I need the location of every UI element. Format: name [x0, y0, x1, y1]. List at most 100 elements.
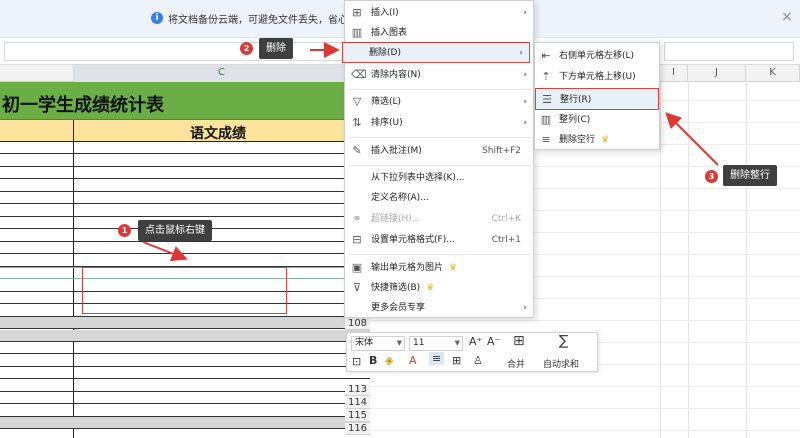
- row-number[interactable]: 116: [345, 423, 370, 435]
- menu-item-filter[interactable]: ▽ 筛选(L) ›: [345, 92, 533, 113]
- menu-item-pick-from-list[interactable]: 从下拉列表中选择(K)...: [345, 168, 533, 189]
- delete-icon: [349, 47, 361, 59]
- filter-icon: ▽: [352, 95, 362, 108]
- font-family-select[interactable]: 宋体 ▼: [351, 336, 405, 351]
- table-row[interactable]: [0, 167, 370, 179]
- submenu-item-entire-column[interactable]: ▥ 整列(C): [535, 109, 659, 131]
- chevron-right-icon: ›: [523, 70, 527, 80]
- table-row[interactable]: [0, 392, 370, 404]
- column-header-b[interactable]: [0, 65, 74, 82]
- table-row[interactable]: [0, 192, 370, 204]
- menu-item-more-member[interactable]: 更多会员专享 ›: [345, 298, 533, 319]
- menu-item-hyperlink[interactable]: ⚭ 超链接(H)... Ctrl+K: [345, 209, 533, 230]
- step-badge: 1: [118, 224, 131, 237]
- chevron-right-icon: ›: [519, 48, 523, 58]
- row-number[interactable]: 108: [345, 318, 370, 330]
- step-badge: 3: [705, 170, 718, 183]
- close-icon[interactable]: ×: [781, 9, 793, 25]
- menu-item-format-cells[interactable]: ⊟ 设置单元格格式(F)... Ctrl+1: [345, 230, 533, 251]
- delete-submenu: ⇤ 右侧单元格左移(L) ⇡ 下方单元格上移(U) ☰ 整行(R) ▥ 整列(C…: [534, 42, 660, 150]
- table-row[interactable]: [0, 329, 370, 342]
- merge-label[interactable]: 合并: [507, 357, 525, 370]
- table-row[interactable]: [0, 255, 370, 267]
- fill-color-icon[interactable]: ◈: [385, 354, 393, 367]
- crown-icon: ♛: [601, 135, 610, 145]
- table-row[interactable]: [0, 155, 370, 167]
- borders-icon[interactable]: ⊞: [452, 354, 461, 367]
- row-number[interactable]: 115: [345, 410, 370, 422]
- step-badge: 2: [240, 42, 253, 55]
- menu-item-export-image[interactable]: ▣ 输出单元格为图片 ♛: [345, 258, 533, 279]
- menu-item-define-name[interactable]: 定义名称(A)...: [345, 188, 533, 209]
- chinese-score-header: 语文成绩: [190, 126, 246, 142]
- autosum-label[interactable]: 自动求和: [543, 357, 579, 370]
- menu-item-insert-comment[interactable]: ✎ 插入批注(M) Shift+F2: [345, 141, 533, 162]
- row-number[interactable]: 114: [345, 397, 370, 409]
- menu-item-sort[interactable]: ⇅ 排序(U) ›: [345, 113, 533, 134]
- spreadsheet-window: i 将文档备份云端，可避免文件丢失，省心省事 × C I J K: [0, 0, 800, 438]
- submenu-item-entire-row[interactable]: ☰ 整行(R): [535, 88, 659, 110]
- subheader-row[interactable]: 语文成绩: [0, 120, 370, 142]
- column-header-c[interactable]: C: [74, 65, 370, 82]
- name-box[interactable]: [4, 42, 344, 61]
- row-number[interactable]: 113: [345, 384, 370, 396]
- crown-icon: ♛: [449, 263, 458, 273]
- menu-item-insert-chart[interactable]: ▥ 插入图表: [345, 23, 533, 44]
- crown-icon: ♛: [426, 283, 435, 293]
- chevron-down-icon: ▼: [454, 339, 460, 347]
- autosum-icon[interactable]: ∑: [559, 333, 568, 349]
- increase-font-size-button[interactable]: A⁺: [469, 335, 482, 348]
- table-row[interactable]: [0, 430, 370, 438]
- column-header-j[interactable]: J: [688, 65, 746, 82]
- chevron-right-icon: ›: [523, 303, 527, 313]
- table-row[interactable]: [0, 380, 370, 392]
- table-row[interactable]: [0, 205, 370, 217]
- table-row[interactable]: [0, 142, 370, 154]
- sheet-title: 初一学生成绩统计表: [2, 95, 164, 116]
- merge-cells-icon[interactable]: ⊞: [513, 333, 525, 349]
- submenu-item-shift-left[interactable]: ⇤ 右侧单元格左移(L): [535, 45, 659, 67]
- delete-row-icon: ☰: [542, 93, 552, 106]
- eraser-icon: ⌫: [351, 68, 367, 81]
- context-menu: ⊞ 插入(I) › ▥ 插入图表 删除(D) › ⌫ 清除内容(N) › ▽ 筛…: [342, 0, 534, 319]
- title-cell[interactable]: 初一学生成绩统计表: [0, 82, 370, 120]
- notice-message: 将文档备份云端，可避免文件丢失，省心省事: [168, 15, 346, 26]
- format-cells-icon: ⊟: [352, 233, 362, 246]
- chevron-down-icon: ▼: [396, 339, 402, 347]
- font-size-select[interactable]: 11 ▼: [409, 336, 463, 351]
- step2-callout: 删除: [259, 38, 293, 59]
- submenu-item-delete-empty-rows[interactable]: ≡ 删除空行 ♛: [535, 129, 659, 151]
- table-row[interactable]: [0, 342, 370, 354]
- mini-format-toolbar: 宋体 ▼ 11 ▼ A⁺ A⁻ ⊞ ∑ ⊡ B ◈ A ≡ ⊞ ♙ 合并 自动求和: [346, 332, 598, 372]
- chart-icon: ▥: [351, 26, 363, 39]
- selected-range-highlight: [82, 267, 287, 314]
- font-color-icon[interactable]: A: [409, 354, 417, 367]
- table-row[interactable]: [0, 367, 370, 379]
- menu-item-insert[interactable]: ⊞ 插入(I) ›: [345, 3, 533, 24]
- menu-item-clear-contents[interactable]: ⌫ 清除内容(N) ›: [345, 65, 533, 86]
- link-icon: ⚭: [352, 212, 362, 225]
- quick-filter-icon: ⊽: [352, 281, 362, 294]
- column-header-k[interactable]: K: [746, 65, 800, 82]
- table-row[interactable]: [0, 180, 370, 192]
- format-painter-icon[interactable]: ♙: [473, 354, 483, 367]
- image-icon: ▣: [351, 261, 363, 274]
- chevron-right-icon: ›: [523, 118, 527, 128]
- shift-left-icon: ⇤: [541, 49, 551, 62]
- bold-button[interactable]: B: [369, 354, 377, 367]
- cell-style-icon[interactable]: ⊡: [352, 355, 361, 368]
- submenu-item-shift-up[interactable]: ⇡ 下方单元格上移(U): [535, 66, 659, 88]
- column-header-i[interactable]: I: [660, 65, 688, 82]
- align-center-icon[interactable]: ≡: [429, 352, 445, 365]
- menu-item-delete[interactable]: 删除(D) ›: [342, 42, 530, 63]
- table-row[interactable]: [0, 355, 370, 367]
- table-row[interactable]: [0, 417, 370, 429]
- formula-input[interactable]: [664, 42, 794, 61]
- menu-item-quick-filter[interactable]: ⊽ 快捷筛选(B) ♛: [345, 278, 533, 299]
- table-row[interactable]: [0, 242, 370, 254]
- table-row[interactable]: [0, 317, 370, 329]
- decrease-font-size-button[interactable]: A⁻: [487, 335, 500, 348]
- delete-empty-rows-icon: ≡: [541, 133, 551, 146]
- table-row[interactable]: [0, 405, 370, 417]
- step1-callout: 点击鼠标右键: [138, 220, 212, 241]
